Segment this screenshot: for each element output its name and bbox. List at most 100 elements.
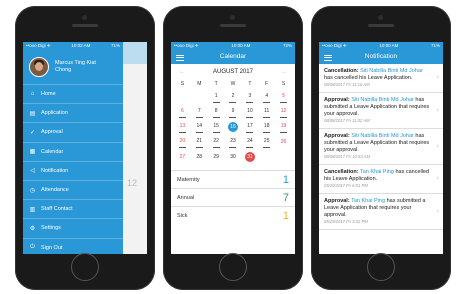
calendar-day[interactable]: 30 (225, 149, 242, 164)
calendar-day[interactable]: 14 (191, 119, 208, 134)
calendar-day[interactable]: 9 (225, 104, 242, 119)
leave-row[interactable]: Annual 7 (171, 188, 295, 206)
calendar-day[interactable]: 17 (241, 119, 258, 134)
event-underline (212, 101, 220, 103)
weekday-label: S (281, 81, 286, 87)
month-header: ← AUGUST 2017 → (171, 64, 295, 80)
calendar-day[interactable]: 11 (258, 104, 275, 119)
calendar-day[interactable]: 29 (208, 149, 225, 164)
calendar-day[interactable]: 20 (174, 134, 191, 149)
drawer-screen: 12 ••ooo Digi ✈ 10:02 AM 71% Marcus Ting… (23, 42, 147, 254)
profile-name: Marcus Ting Kiat Chong (55, 60, 96, 74)
weekday-header: SMTWTFS (171, 80, 295, 89)
drawer-item-label: Staff Contact (41, 206, 73, 213)
calendar-day[interactable]: 28 (191, 149, 208, 164)
calendar-day[interactable]: 16 (225, 119, 242, 134)
drawer-item-label: Sign Out (41, 244, 63, 251)
check-icon: ✓ (29, 129, 36, 136)
home-button[interactable] (367, 253, 395, 281)
calendar-day[interactable]: 24 (241, 134, 258, 149)
notification-item[interactable]: Approval: Tan Khai Ping has submitted a … (319, 194, 443, 230)
notification-person[interactable]: Tan Khai Ping (360, 169, 394, 175)
calendar-day[interactable]: 3 (241, 89, 258, 104)
earpiece (220, 24, 246, 27)
notification-item[interactable]: Approval: Siti Nabilla Binti Md Johar ha… (319, 93, 443, 129)
event-underline (229, 146, 237, 148)
calendar-screen: ••ooo Digi ✈ 10:00 AM 72% Calendar ← AUG… (171, 42, 295, 254)
drawer-item-sign-out[interactable]: ⏻ Sign Out (23, 237, 123, 255)
calendar-day[interactable]: 2 (225, 89, 242, 104)
calendar-day[interactable]: 4 (258, 89, 275, 104)
notification-item[interactable]: Approval: Siti Nabilla Binti Md Johar ha… (319, 129, 443, 165)
calendar-day-number: 7 (197, 107, 201, 114)
notification-item[interactable]: Cancellation: Tan Khai Ping has cancelle… (319, 165, 443, 194)
calendar-day-number: 2 (231, 92, 235, 99)
drawer-item-home[interactable]: ⌂ Home (23, 84, 123, 103)
notification-item[interactable]: Cancellation: Siti Nabilla Binti Md Joha… (319, 64, 443, 93)
drawer-item-calendar[interactable]: ▦ Calendar (23, 141, 123, 161)
drawer-item-application[interactable]: ▤ Application (23, 103, 123, 122)
calendar-day[interactable]: 25 (258, 134, 275, 149)
hamburger-icon[interactable] (176, 53, 184, 62)
calendar-day-number: 26 (280, 138, 287, 145)
calendar-day-number: 1 (214, 92, 218, 99)
leave-type-label: Sick (177, 212, 188, 219)
drawer-item-settings[interactable]: ⚙ Settings (23, 218, 123, 237)
drawer-item-notification[interactable]: ◁ Notification (23, 160, 123, 180)
calendar-day[interactable]: 19 (275, 119, 292, 134)
clock: 10:00 AM (231, 43, 251, 48)
calendar-day[interactable]: 5 (275, 89, 292, 104)
calendar-day[interactable]: 26 (275, 134, 292, 149)
notification-text: Cancellation: Siti Nabilla Binti Md Joha… (324, 68, 431, 82)
event-underline (212, 146, 220, 148)
calendar-day[interactable]: 18 (258, 119, 275, 134)
notification-person[interactable]: Siti Nabilla Binti Md Johar (351, 97, 414, 103)
calendar-day[interactable]: 10 (241, 104, 258, 119)
calendar-day[interactable]: 31 (241, 149, 258, 164)
hamburger-icon[interactable] (324, 53, 332, 62)
weekday-label: F (265, 81, 269, 87)
clock: 10:02 AM (71, 43, 91, 48)
calendar-day[interactable]: 22 (208, 134, 225, 149)
status-bar: ••ooo Digi ✈ 10:00 AM 72% (171, 42, 295, 49)
calendar-day[interactable]: 15 (208, 119, 225, 134)
home-button[interactable] (71, 253, 99, 281)
gear-icon: ⚙ (29, 225, 36, 232)
calendar-day[interactable]: 23 (225, 134, 242, 149)
prev-month-icon[interactable]: ← (179, 69, 185, 75)
status-bar: ••ooo Digi ✈ 10:02 AM 71% (23, 42, 123, 49)
calendar-day[interactable]: 1 (208, 89, 225, 104)
calendar-day[interactable]: 21 (191, 134, 208, 149)
calendar-day[interactable]: 8 (208, 104, 225, 119)
notification-person[interactable]: Tan Khai Ping (351, 198, 385, 204)
event-underline (263, 146, 271, 148)
avatar (29, 56, 49, 77)
drawer-item-approval[interactable]: ✓ Approval (23, 122, 123, 141)
calendar-day[interactable]: 12 (275, 104, 292, 119)
battery: 71% (110, 43, 120, 48)
notification-text: Approval: Tan Khai Ping has submitted a … (324, 198, 431, 219)
drawer-item-attendance[interactable]: ◷ Attendance (23, 179, 123, 199)
event-underline (178, 116, 186, 118)
next-month-icon[interactable]: → (281, 69, 287, 75)
notification-person[interactable]: Siti Nabilla Binti Md Johar (360, 68, 423, 74)
home-button[interactable] (219, 253, 247, 281)
leave-balance-value: 1 (282, 209, 289, 222)
drawer-item-label: Approval (41, 129, 63, 136)
side-drawer: ••ooo Digi ✈ 10:02 AM 71% Marcus Ting Ki… (23, 42, 123, 254)
leave-row[interactable]: Sick 1 (171, 206, 295, 224)
leave-row[interactable]: Maternity 1 (171, 170, 295, 188)
calendar-day[interactable]: 13 (174, 119, 191, 134)
notification-kind: Cancellation: (324, 169, 359, 175)
chevron-right-icon: › (436, 175, 439, 182)
notification-person[interactable]: Siti Nabilla Binti Md Johar (351, 133, 414, 139)
calendar-day[interactable]: 7 (191, 104, 208, 119)
earpiece (368, 24, 394, 27)
calendar-day-number: 23 (230, 137, 236, 144)
drawer-item-staff-contact[interactable]: ▥ Staff Contact (23, 199, 123, 218)
calendar-day[interactable]: 27 (174, 149, 191, 164)
profile-section[interactable]: Marcus Ting Kiat Chong (23, 49, 123, 84)
calendar-day[interactable]: 6 (174, 104, 191, 119)
calendar-day-number: 6 (181, 107, 184, 114)
calendar-day-number: 25 (263, 137, 270, 144)
